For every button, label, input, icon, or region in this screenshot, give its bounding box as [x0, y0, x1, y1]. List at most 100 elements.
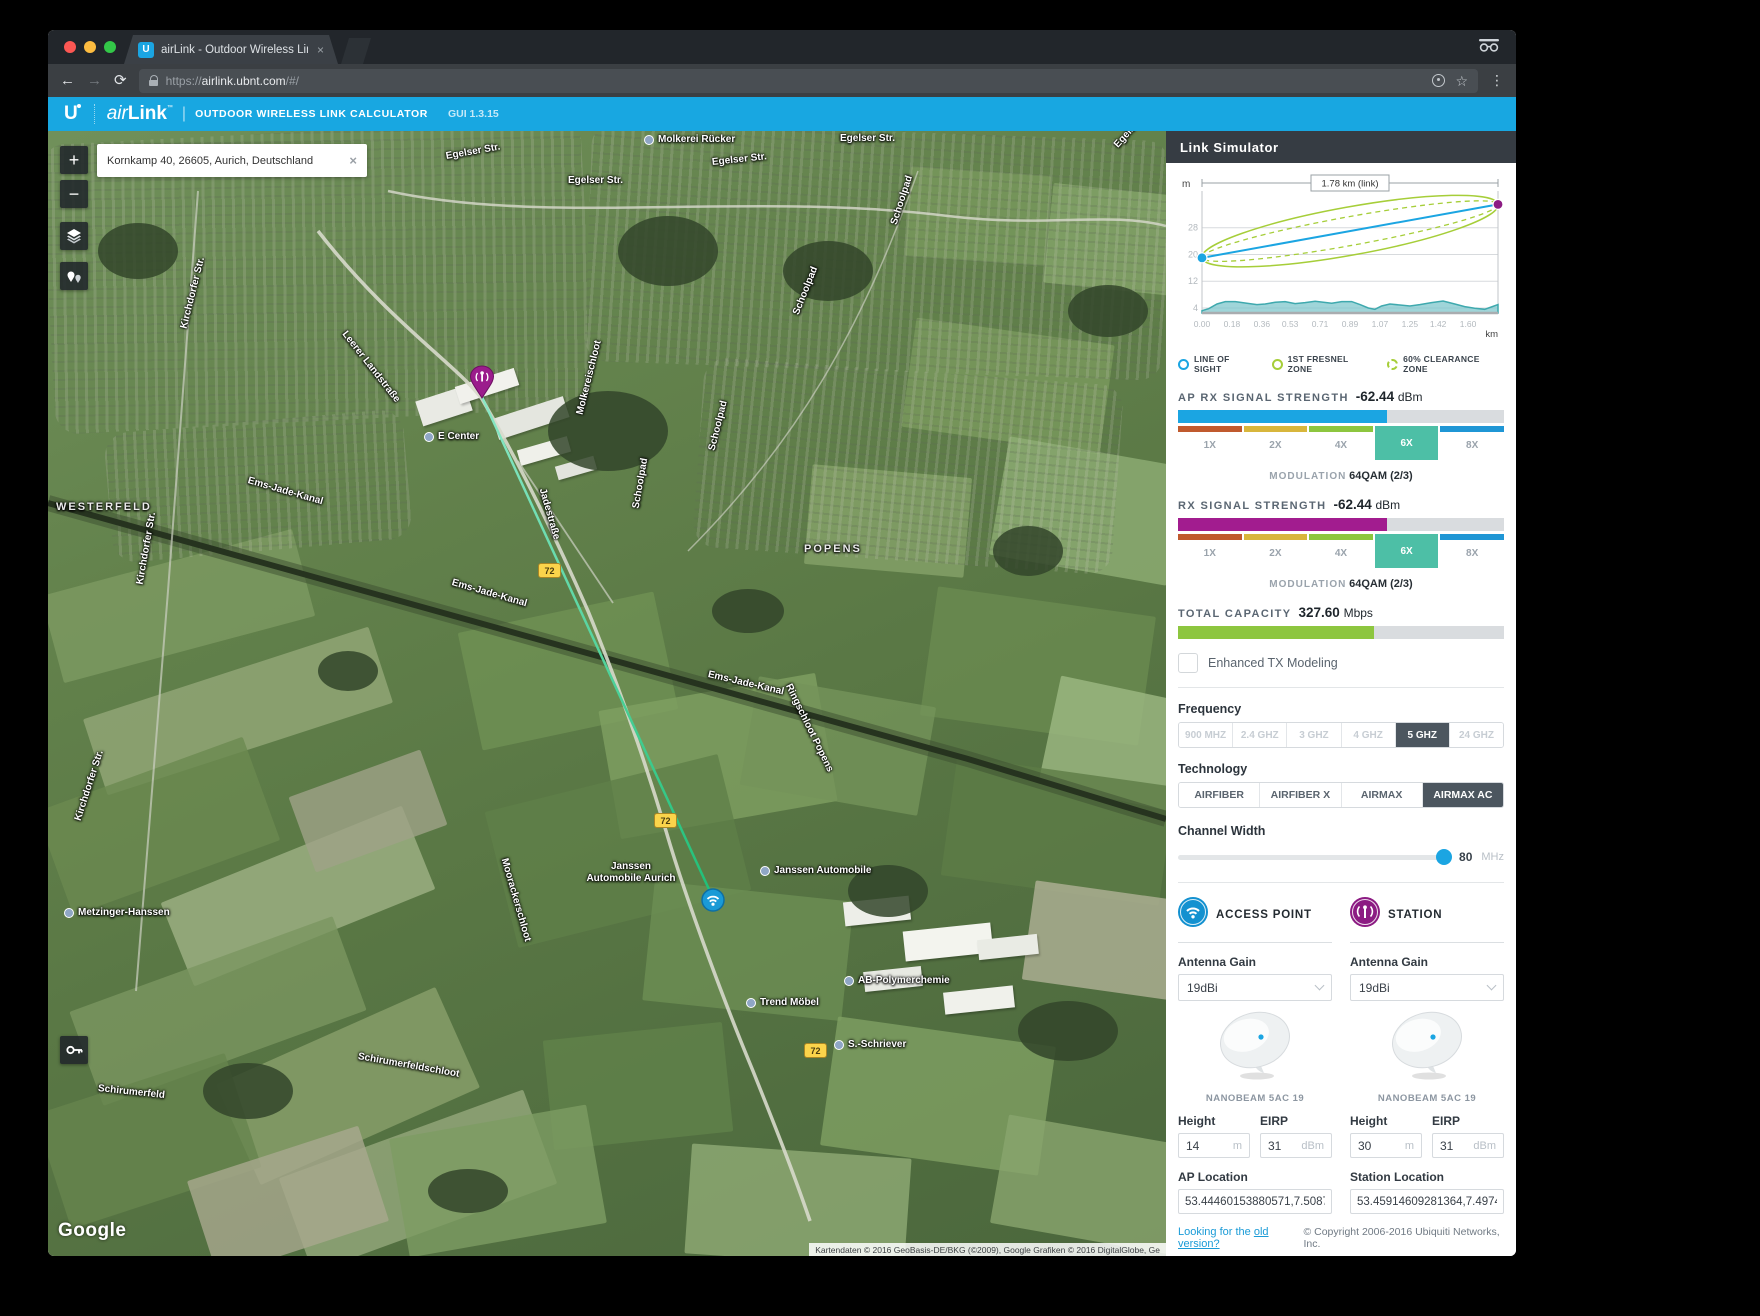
app-subtitle: OUTDOOR WIRELESS LINK CALCULATOR [195, 108, 428, 120]
padlock-icon [149, 75, 158, 86]
map-attribution: Kartendaten © 2016 GeoBasis-DE/BKG (©200… [809, 1243, 1166, 1256]
frequency-option-24-ghz[interactable]: 24 GHZ [1449, 723, 1503, 747]
svg-text:1.42: 1.42 [1430, 319, 1447, 329]
technology-option-airfiber-x[interactable]: AIRFIBER X [1259, 783, 1340, 807]
access-point-title: ACCESS POINT [1216, 909, 1312, 921]
channel-width-slider[interactable] [1178, 855, 1450, 860]
chevron-down-icon [1487, 981, 1497, 991]
station-antenna-gain-select[interactable]: 19dBi [1350, 974, 1504, 1001]
browser-window: U airLink - Outdoor Wireless Link × ← → … [48, 30, 1516, 1256]
road-badge: 72 [538, 563, 561, 578]
old-version-link[interactable]: Looking for the old version? [1178, 1226, 1303, 1250]
places-button[interactable] [60, 262, 88, 290]
browser-menu-icon[interactable]: ⋮ [1490, 72, 1504, 89]
svg-text:0.71: 0.71 [1312, 319, 1329, 329]
map-label: S.-Schriever [834, 1039, 906, 1050]
google-logo: Google [58, 1220, 126, 1242]
map-label: POPENS [804, 543, 862, 555]
search-input[interactable] [107, 155, 341, 167]
poi-icon [746, 998, 756, 1008]
key-button[interactable] [60, 1036, 88, 1064]
new-tab-button[interactable] [341, 38, 371, 64]
bookmark-star-icon[interactable]: ☆ [1455, 74, 1468, 88]
enhanced-tx-checkbox[interactable] [1178, 653, 1198, 673]
ap-antenna-gain-select[interactable]: 19dBi [1178, 974, 1332, 1001]
browser-toolbar: ← → ⟳ https://airlink.ubnt.com/#/ ☆ ⋮ [48, 64, 1516, 97]
elevation-profile-chart: 28201241.78 km (link)m0.000.180.360.530.… [1178, 173, 1504, 341]
ap-modulation-scale: 1X2X4X6X8X [1178, 426, 1504, 460]
station-height-input[interactable]: 30m [1350, 1133, 1422, 1158]
map-search-box[interactable]: × [97, 144, 367, 177]
frequency-option-4-ghz[interactable]: 4 GHZ [1341, 723, 1395, 747]
modulation-step-6x: 6X [1375, 426, 1439, 460]
poi-icon [760, 866, 770, 876]
capacity-value: 327.60 Mbps [1299, 605, 1373, 620]
panel-footer: Looking for the old version? © Copyright… [1178, 1226, 1504, 1250]
technology-option-airmax[interactable]: AIRMAX [1341, 783, 1422, 807]
frequency-label: Frequency [1178, 702, 1504, 716]
frequency-option-3-ghz[interactable]: 3 GHZ [1286, 723, 1340, 747]
modulation-step-1x: 1X [1178, 534, 1242, 568]
svg-text:0.89: 0.89 [1342, 319, 1359, 329]
layers-button[interactable] [60, 222, 88, 250]
zoom-in-button[interactable]: + [60, 146, 88, 174]
svg-text:0.18: 0.18 [1224, 319, 1241, 329]
ap-device-name: NANOBEAM 5AC 19 [1178, 1093, 1332, 1104]
modulation-step-8x: 8X [1440, 426, 1504, 460]
forward-button[interactable]: → [87, 73, 102, 88]
modulation-step-2x: 2X [1244, 534, 1308, 568]
map-canvas[interactable]: Molkerei RückerEgelser Str.Egelser Str.E… [48, 131, 1166, 1256]
chevron-down-icon [1315, 981, 1325, 991]
slider-handle[interactable] [1436, 849, 1452, 865]
frequency-option-900-mhz[interactable]: 900 MHZ [1179, 723, 1232, 747]
divider [1178, 882, 1504, 883]
rx-modulation-scale: 1X2X4X6X8X [1178, 534, 1504, 568]
app-header: U airLink™ | OUTDOOR WIRELESS LINK CALCU… [48, 97, 1516, 131]
access-point-icon [1178, 897, 1208, 932]
capacity-label: TOTAL CAPACITY [1178, 608, 1292, 620]
1st-fresnel-zone-icon [1272, 359, 1283, 370]
tab-close-icon[interactable]: × [317, 43, 324, 57]
window-zoom-button[interactable] [104, 41, 116, 53]
legend-item: LINE OF SIGHT [1178, 354, 1258, 374]
browser-tab-bar: U airLink - Outdoor Wireless Link × [48, 30, 1516, 64]
technology-option-airfiber[interactable]: AIRFIBER [1179, 783, 1259, 807]
frequency-option-5-ghz[interactable]: 5 GHZ [1395, 723, 1449, 747]
station-map-marker[interactable] [469, 365, 495, 404]
modulation-step-6x: 6X [1375, 534, 1439, 568]
station-location-input[interactable] [1350, 1189, 1504, 1214]
ap-rx-label: AP RX SIGNAL STRENGTH [1178, 392, 1349, 404]
reload-button[interactable]: ⟳ [114, 73, 127, 88]
window-close-button[interactable] [64, 41, 76, 53]
ap-location-label: AP Location [1178, 1170, 1332, 1184]
ubiquiti-favicon: U [138, 42, 154, 58]
page-action-icon[interactable] [1432, 74, 1445, 87]
modulation-step-4x: 4X [1309, 426, 1373, 460]
back-button[interactable]: ← [60, 73, 75, 88]
ap-height-input[interactable]: 14m [1178, 1133, 1250, 1158]
ap-rx-signal-bar [1178, 410, 1504, 423]
modulation-step-4x: 4X [1309, 534, 1373, 568]
ap-modulation-readout: MODULATION 64QAM (2/3) [1178, 470, 1504, 482]
station-antenna-gain-label: Antenna Gain [1350, 955, 1504, 969]
link-simulator-panel: Link Simulator 28201241.78 km (link)m0.0… [1166, 131, 1516, 1256]
access-point-map-marker[interactable] [701, 888, 725, 917]
ap-location-input[interactable] [1178, 1189, 1332, 1214]
browser-tab[interactable]: U airLink - Outdoor Wireless Link × [124, 35, 338, 64]
svg-text:12: 12 [1188, 276, 1198, 286]
frequency-option-2-4-ghz[interactable]: 2.4 GHZ [1232, 723, 1286, 747]
svg-text:4: 4 [1193, 303, 1198, 313]
technology-option-airmax-ac[interactable]: AIRMAX AC [1422, 783, 1503, 807]
station-eirp-input[interactable]: 31dBm [1432, 1133, 1504, 1158]
station-column: STATION Antenna Gain 19dBi NANOBEAM 5AC … [1350, 897, 1504, 1214]
map-label: AB-Polymerchemie [844, 975, 950, 986]
frequency-button-group: 900 MHZ2.4 GHZ3 GHZ4 GHZ5 GHZ24 GHZ [1178, 722, 1504, 748]
window-minimize-button[interactable] [84, 41, 96, 53]
panel-title: Link Simulator [1166, 131, 1516, 163]
ap-rx-signal-section: AP RX SIGNAL STRENGTH -62.44 dBm 1X2X4X6… [1178, 389, 1504, 482]
clear-search-icon[interactable]: × [349, 153, 357, 168]
zoom-out-button[interactable]: − [60, 180, 88, 208]
ap-eirp-input[interactable]: 31dBm [1260, 1133, 1332, 1158]
address-bar[interactable]: https://airlink.ubnt.com/#/ ☆ [139, 69, 1478, 93]
map-label: WESTERFELD [56, 501, 152, 513]
